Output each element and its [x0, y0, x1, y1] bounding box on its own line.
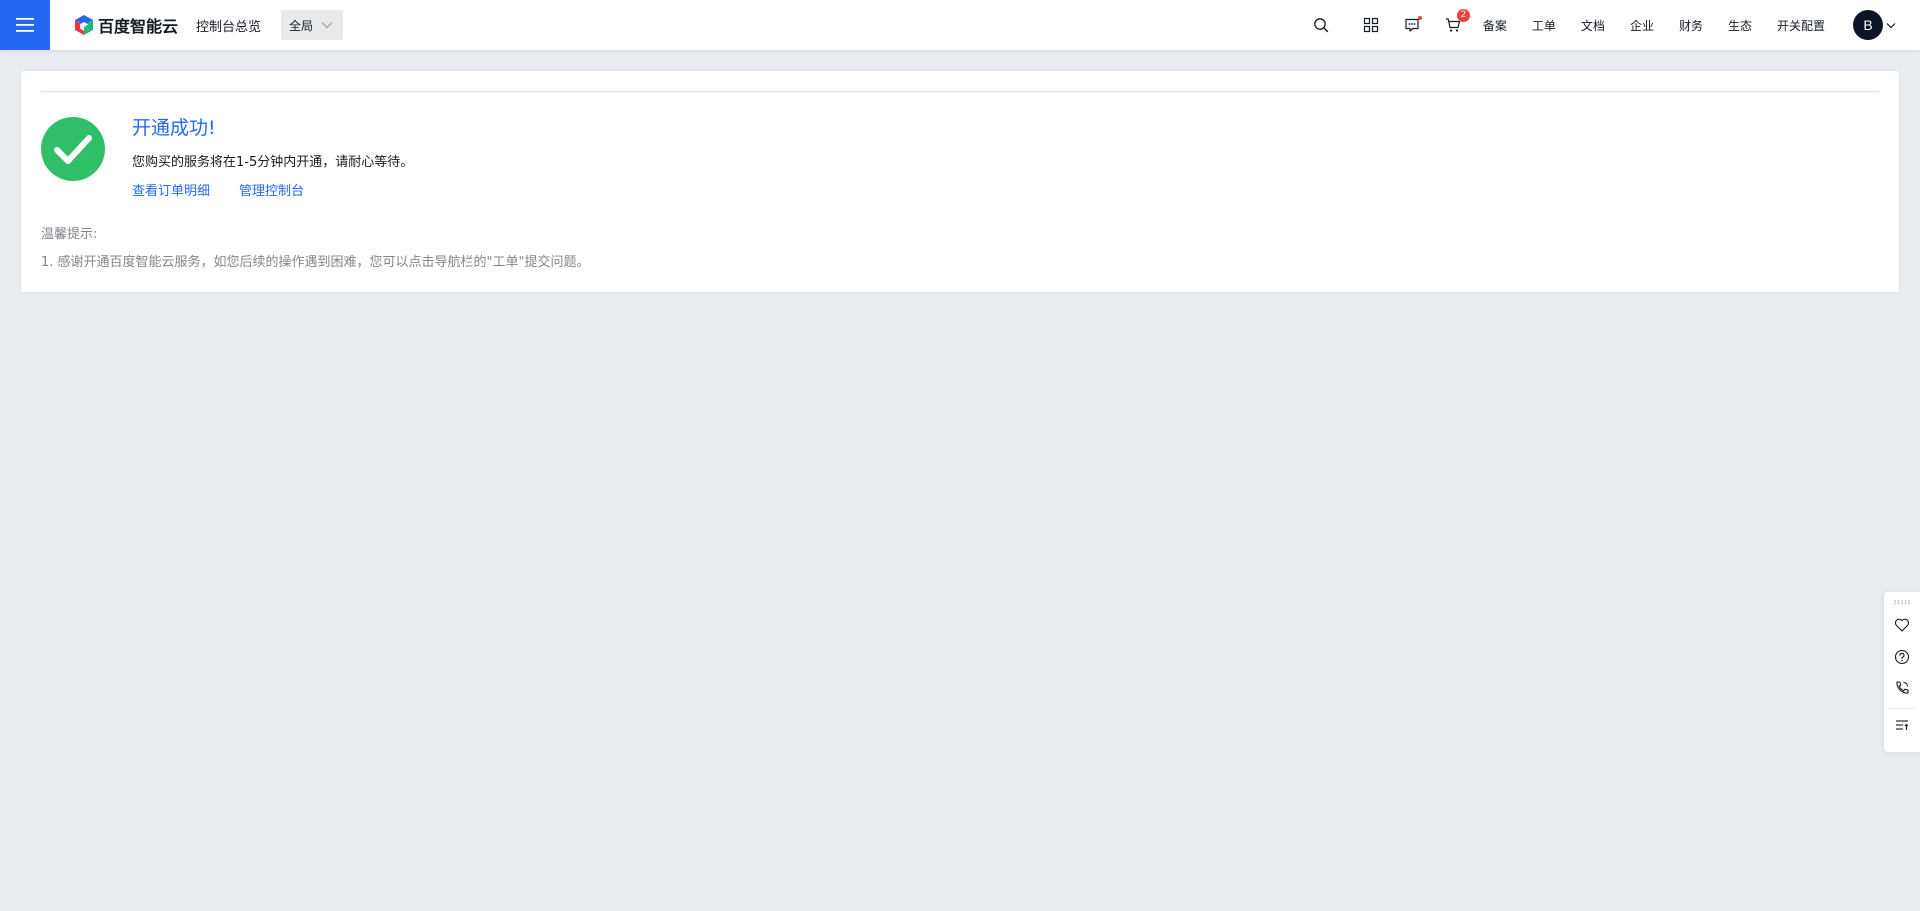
drag-handle[interactable]: [1884, 592, 1920, 612]
phone-tool-button[interactable]: [1884, 674, 1920, 702]
search-icon: [1314, 18, 1329, 33]
drag-handle-icon: [1894, 600, 1910, 604]
card-divider: [41, 91, 1879, 92]
result-card: 开通成功! 您购买的服务将在1-5分钟内开通，请耐心等待。 查看订单明细 管理控…: [20, 70, 1900, 293]
apps-button[interactable]: [1361, 15, 1381, 35]
view-order-details-link[interactable]: 查看订单明细: [132, 180, 210, 199]
help-icon: [1894, 649, 1910, 665]
nav-ticket[interactable]: 工单: [1532, 17, 1556, 34]
success-description: 您购买的服务将在1-5分钟内开通，请耐心等待。: [132, 155, 414, 170]
nav-switch-config[interactable]: 开关配置: [1777, 17, 1825, 34]
help-tool-button[interactable]: [1884, 643, 1920, 671]
list-icon: [1896, 720, 1909, 730]
nav-beian[interactable]: 备案: [1483, 17, 1507, 34]
favorite-tool-button[interactable]: [1884, 611, 1920, 639]
list-tool-button[interactable]: [1884, 711, 1920, 739]
unread-dot: [1417, 16, 1422, 20]
phone-icon: [1896, 681, 1909, 694]
hamburger-menu-icon: [16, 18, 34, 32]
nav-enterprise[interactable]: 企业: [1630, 17, 1654, 34]
tips-item: 1. 感谢开通百度智能云服务，如您后续的操作遇到困难，您可以点击导航栏的"工单"…: [41, 255, 590, 270]
cart-count-badge: 2: [1456, 9, 1470, 22]
manage-console-link[interactable]: 管理控制台: [239, 180, 304, 199]
success-check-icon: [41, 117, 105, 181]
brand-logo[interactable]: 百度智能云: [74, 0, 178, 50]
nav-finance[interactable]: 财务: [1679, 17, 1703, 34]
tips-title: 温馨提示:: [41, 227, 98, 242]
top-right-actions: 2 备案 工单 文档 企业 财务 生态 开关配置 B: [1311, 0, 1920, 50]
message-icon: [1405, 18, 1419, 32]
user-menu[interactable]: B: [1853, 10, 1896, 40]
region-select-value: 全局: [289, 18, 314, 33]
success-title: 开通成功!: [132, 117, 216, 139]
floating-side-toolbar: [1884, 592, 1920, 752]
side-toolbar-divider: [1888, 708, 1916, 709]
nav-docs[interactable]: 文档: [1581, 17, 1605, 34]
apps-grid-icon: [1363, 17, 1378, 33]
avatar: B: [1853, 10, 1883, 40]
chevron-down-icon: [321, 22, 333, 29]
messages-button[interactable]: [1402, 15, 1422, 35]
hamburger-menu-button[interactable]: [0, 0, 50, 50]
cart-button[interactable]: 2: [1443, 9, 1470, 35]
heart-icon: [1894, 618, 1910, 632]
search-button[interactable]: [1311, 15, 1331, 35]
region-select[interactable]: 全局: [281, 10, 344, 40]
logo-cube-icon: [75, 15, 93, 35]
nav-ecosystem[interactable]: 生态: [1728, 17, 1752, 34]
top-navbar: 百度智能云 控制台总览 全局 2 备案 工单 文档 企业 财务 生态 开关配置 …: [0, 0, 1920, 50]
console-overview-link[interactable]: 控制台总览: [196, 16, 261, 35]
logo-text: 百度智能云: [98, 17, 179, 36]
chevron-down-icon: [1886, 22, 1896, 28]
